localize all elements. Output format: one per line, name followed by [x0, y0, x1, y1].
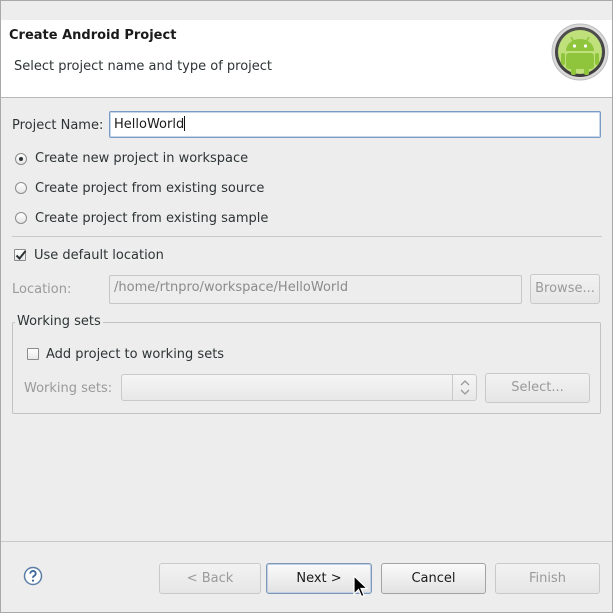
working-sets-group-title: Working sets — [15, 314, 103, 329]
wizard-title: Create Android Project — [9, 28, 177, 43]
radio-new-project-label[interactable]: Create new project in workspace — [35, 151, 248, 166]
combo-updown-icon — [452, 375, 476, 400]
project-name-label: Project Name: — [12, 118, 104, 133]
cancel-button[interactable]: Cancel — [381, 563, 486, 594]
wizard-header: Create Android Project Select project na… — [1, 20, 612, 98]
wizard-subtitle: Select project name and type of project — [14, 59, 273, 74]
radio-new-project[interactable] — [15, 153, 27, 165]
radio-existing-source[interactable] — [15, 182, 27, 194]
window-top-strip — [1, 1, 612, 20]
new-android-project-dialog: Create Android Project Select project na… — [0, 0, 613, 613]
finish-button[interactable]: Finish — [495, 563, 600, 594]
select-working-sets-button[interactable]: Select... — [485, 373, 590, 403]
text-caret — [184, 116, 186, 131]
browse-button[interactable]: Browse... — [530, 274, 600, 304]
location-label: Location: — [12, 282, 72, 297]
section-separator — [12, 236, 602, 237]
add-to-working-sets-checkbox[interactable] — [27, 348, 39, 360]
project-name-value: HelloWorld — [114, 117, 185, 132]
working-sets-label: Working sets: — [24, 381, 113, 396]
project-name-input[interactable]: HelloWorld — [109, 111, 601, 138]
android-robot-icon — [551, 23, 609, 81]
mouse-pointer-icon — [353, 575, 369, 598]
radio-existing-sample-label[interactable]: Create project from existing sample — [35, 211, 268, 226]
location-input[interactable]: /home/rtnpro/workspace/HelloWorld — [109, 275, 522, 304]
use-default-location-checkbox[interactable] — [14, 249, 27, 261]
use-default-location-label[interactable]: Use default location — [34, 248, 164, 263]
radio-existing-source-label[interactable]: Create project from existing source — [35, 181, 264, 196]
help-question-icon[interactable] — [23, 566, 43, 586]
checkmark-icon — [15, 250, 27, 260]
radio-existing-sample[interactable] — [15, 212, 27, 224]
location-value: /home/rtnpro/workspace/HelloWorld — [114, 280, 349, 295]
back-button[interactable]: < Back — [159, 563, 261, 594]
footer-separator — [1, 541, 612, 542]
add-to-working-sets-label[interactable]: Add project to working sets — [46, 347, 224, 362]
working-sets-combo[interactable] — [121, 374, 477, 401]
